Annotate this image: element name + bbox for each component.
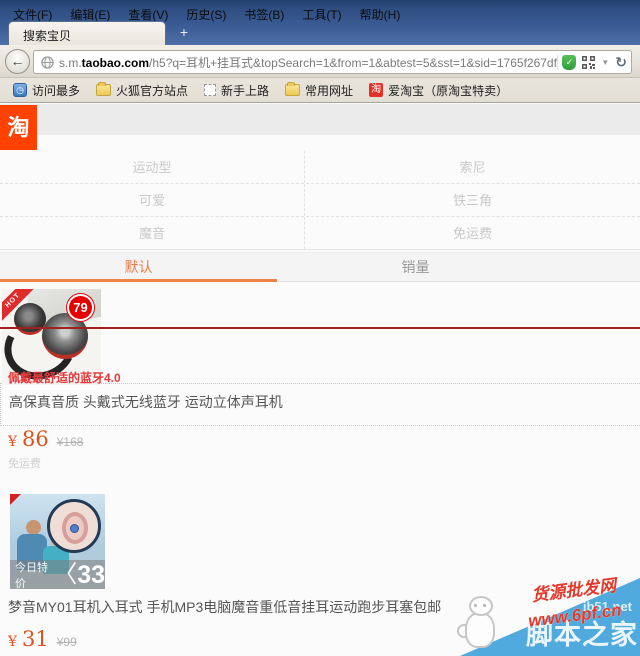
filter-row: 可爱 铁三角 [0, 184, 640, 217]
watermark: jb51.net 脚本之家 货源批发网 www.6pf.cn [455, 574, 640, 656]
product-1-original-price: ¥168 [57, 435, 84, 449]
url-domain: taobao.com [82, 56, 149, 70]
filter-sport[interactable]: 运动型 [0, 151, 304, 183]
filter-grid: 运动型 索尼 可爱 铁三角 魔音 免运费 [0, 151, 640, 250]
menu-view[interactable]: 查看(V) [119, 3, 177, 23]
product-1-title-box[interactable]: 高保真音质 头戴式无线蓝牙 运动立体声耳机 [0, 383, 640, 426]
bookmark-aitaobao[interactable]: 淘 爱淘宝（原淘宝特卖） [362, 80, 515, 101]
sort-tab-bar: 默认 销量 [0, 252, 640, 282]
product-1-price-row: ¥ 86 ¥168 [8, 427, 83, 451]
filter-monster[interactable]: 魔音 [0, 217, 304, 249]
product-1-price: ¥ 86 [8, 427, 49, 451]
bookmark-label: 常用网址 [305, 82, 353, 99]
earbud-shape [70, 524, 79, 533]
product-2-original-price: ¥99 [57, 635, 77, 649]
taobao-logo[interactable]: 淘 [0, 105, 37, 150]
browser-titlebar: 文件(F) 编辑(E) 查看(V) 历史(S) 书签(B) 工具(T) 帮助(H… [0, 0, 640, 45]
folder-icon [96, 84, 111, 96]
currency-symbol: ¥ [8, 434, 17, 450]
bookmarks-bar: ◷ 访问最多 火狐官方站点 新手上路 常用网址 淘 爱淘宝（原淘宝特卖） [0, 78, 640, 102]
menu-help[interactable]: 帮助(H) [351, 3, 410, 23]
price-value: 86 [22, 427, 49, 451]
new-tab-button[interactable]: + [172, 24, 196, 42]
currency-symbol: ¥ [8, 634, 17, 650]
sort-tab-default[interactable]: 默认 [0, 253, 277, 281]
menu-tools[interactable]: 工具(T) [293, 3, 350, 23]
menu-file[interactable]: 文件(F) [4, 3, 61, 23]
today-special-price: 33 [77, 562, 105, 588]
most-visited-icon: ◷ [13, 83, 27, 97]
url-dropdown-icon[interactable]: ▼ [601, 58, 609, 67]
menu-history[interactable]: 历史(S) [177, 3, 235, 23]
bookmark-most-visited[interactable]: ◷ 访问最多 [6, 80, 87, 101]
corner-ribbon [10, 494, 21, 505]
filter-row: 魔音 免运费 [0, 217, 640, 250]
url-subdomain: s.m. [59, 56, 82, 70]
url-bar[interactable]: s.m.taobao.com/h5?q=耳机+挂耳式&topSearch=1&f… [33, 50, 632, 74]
browser-tab[interactable]: 搜索宝贝 [8, 21, 166, 45]
bookmark-label: 爱淘宝（原淘宝特卖） [388, 82, 508, 99]
product-2-price-row: ¥ 31 ¥99 [8, 627, 77, 651]
reload-icon[interactable]: ↻ [615, 56, 627, 69]
security-shield-icon[interactable]: ✓ [562, 55, 576, 70]
filter-sony[interactable]: 索尼 [304, 151, 640, 183]
back-button[interactable]: ← [5, 49, 30, 74]
product-1-slogan: 佩戴最舒适的蓝牙4.0 [8, 369, 121, 386]
runner-man-shape [26, 520, 41, 535]
today-special-overlay: 今日特价 〈 33 [10, 560, 105, 589]
qr-code-icon[interactable] [582, 56, 595, 69]
mascot-icon [457, 596, 497, 648]
globe-icon [41, 56, 54, 69]
url-path: /h5?q=耳机+挂耳式&topSearch=1&from=1&abtest=5… [149, 56, 557, 70]
product-1-title[interactable]: 高保真音质 头戴式无线蓝牙 运动立体声耳机 [9, 392, 632, 412]
menu-bookmarks[interactable]: 书签(B) [235, 3, 293, 23]
product-1-shipping: 免运费 [8, 455, 41, 471]
bookmark-label: 火狐官方站点 [116, 82, 188, 99]
url-bar-icons: ✓ ▼ ↻ [557, 55, 627, 70]
product-image-2[interactable]: 今日特价 〈 33 [10, 494, 105, 589]
ear-inset-circle [47, 499, 101, 553]
bookmark-firefox-sites[interactable]: 火狐官方站点 [89, 80, 195, 101]
bookmark-label: 新手上路 [221, 82, 269, 99]
taobao-favicon: 淘 [369, 83, 383, 97]
site-header-bar [0, 104, 640, 135]
angle-glyph: 〈 [53, 562, 77, 588]
headset-earcup-left [14, 303, 46, 335]
menu-edit[interactable]: 编辑(E) [61, 3, 119, 23]
dashed-box-icon [204, 84, 216, 96]
url-text[interactable]: s.m.taobao.com/h5?q=耳机+挂耳式&topSearch=1&f… [59, 54, 557, 71]
menu-bar: 文件(F) 编辑(E) 查看(V) 历史(S) 书签(B) 工具(T) 帮助(H… [4, 3, 409, 23]
filter-cute[interactable]: 可爱 [0, 184, 304, 216]
price-badge-79: 79 [67, 294, 94, 321]
browser-window: 文件(F) 编辑(E) 查看(V) 历史(S) 书签(B) 工具(T) 帮助(H… [0, 0, 640, 656]
bookmark-common-sites[interactable]: 常用网址 [278, 80, 360, 101]
filter-free-shipping[interactable]: 免运费 [304, 217, 640, 249]
filter-row: 运动型 索尼 [0, 151, 640, 184]
navigation-toolbar: ← s.m.taobao.com/h5?q=耳机+挂耳式&topSearch=1… [0, 45, 640, 78]
bookmark-getting-started[interactable]: 新手上路 [197, 80, 276, 101]
red-divider-line [0, 327, 640, 329]
folder-icon [285, 84, 300, 96]
filter-audiotechnica[interactable]: 铁三角 [304, 184, 640, 216]
page-content: 淘 运动型 索尼 可爱 铁三角 魔音 免运费 默认 销量 [0, 102, 640, 656]
sort-tab-sales[interactable]: 销量 [277, 253, 554, 281]
today-special-label: 今日特价 [15, 559, 49, 590]
bookmark-label: 访问最多 [32, 82, 80, 99]
product-2-price: ¥ 31 [8, 627, 49, 651]
price-value: 31 [22, 627, 49, 651]
